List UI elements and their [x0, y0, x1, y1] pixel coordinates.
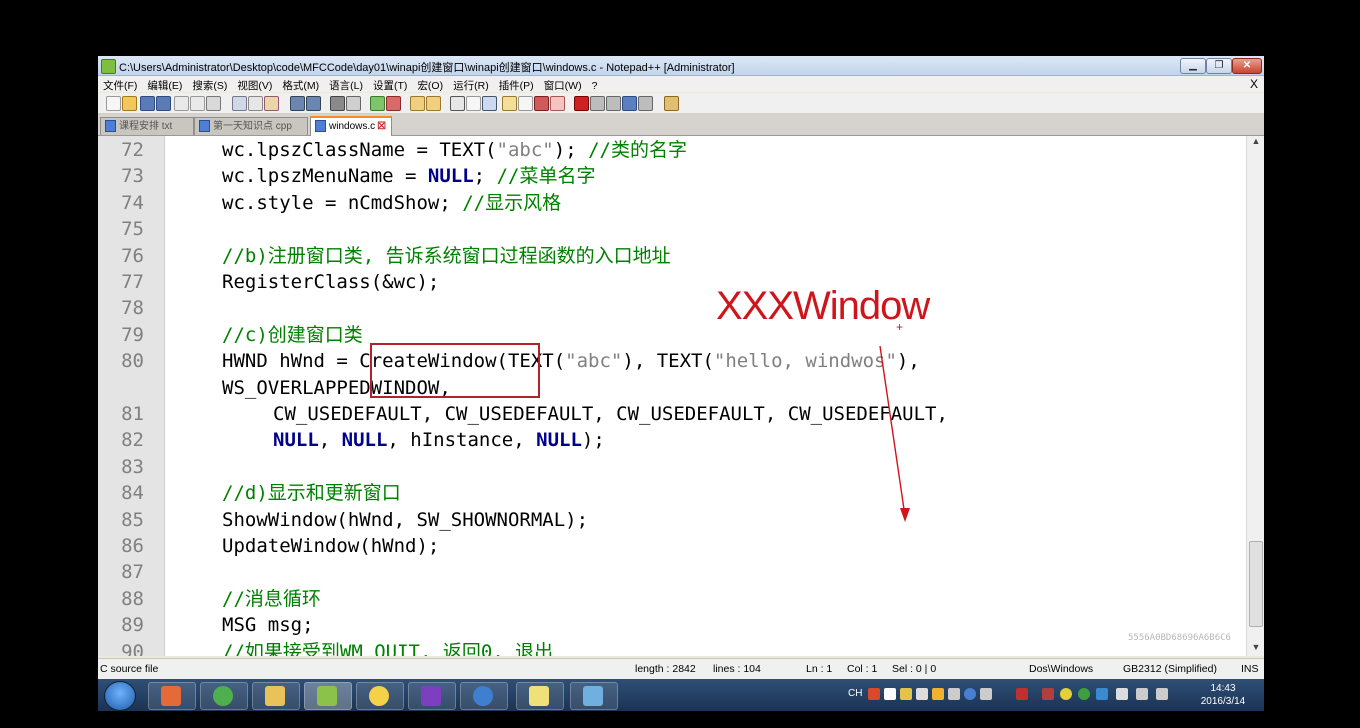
arrow-head — [900, 508, 910, 522]
arrow-line — [879, 345, 906, 517]
cursor-mark: + — [896, 320, 903, 334]
annotation-arrow: + — [879, 320, 910, 522]
